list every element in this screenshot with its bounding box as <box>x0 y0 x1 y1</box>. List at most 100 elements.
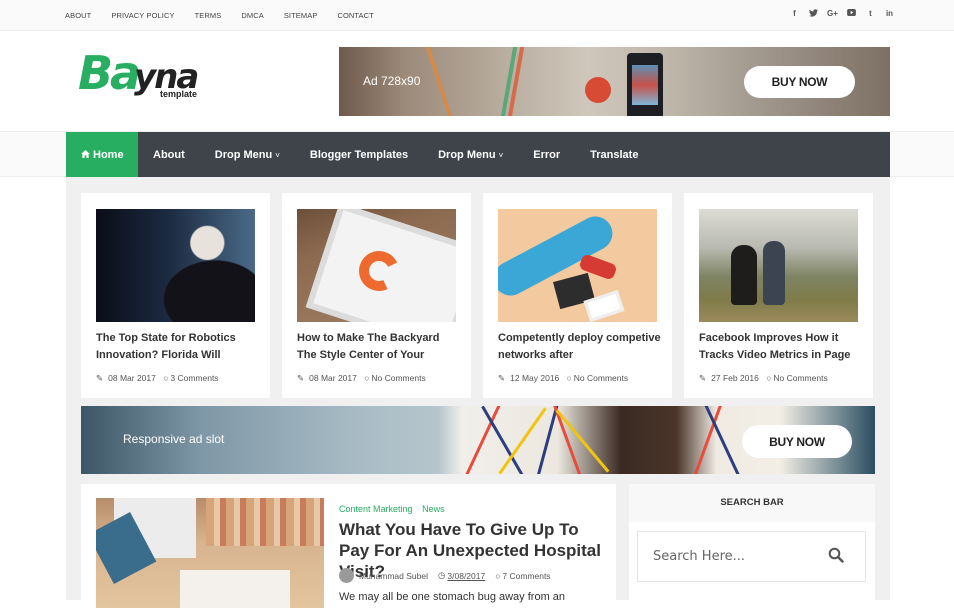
top-link-contact[interactable]: CONTACT <box>337 11 373 20</box>
nav-item-label: Translate <box>590 149 639 161</box>
post-comments[interactable]: 7 Comments <box>502 571 550 581</box>
search-widget: SEARCH BAR <box>629 484 875 600</box>
top-link-about[interactable]: ABOUT <box>65 11 91 20</box>
post-comments[interactable]: No Comments <box>574 373 628 383</box>
featured-post-thumbnail[interactable] <box>96 209 255 322</box>
comment-icon: ○ <box>566 373 572 383</box>
nav-item-label: Blogger Templates <box>309 149 409 161</box>
header-ad-banner[interactable]: Ad 728x90 BUY NOW <box>339 47 890 116</box>
responsive-ad-label: Responsive ad slot <box>123 432 225 446</box>
top-link-dmca[interactable]: DMCA <box>241 11 263 20</box>
nav-item-label: Home <box>93 149 124 161</box>
nav-item-translate[interactable]: Translate <box>575 132 653 178</box>
post-comments[interactable]: No Comments <box>773 373 827 383</box>
category-link[interactable]: News <box>422 504 445 514</box>
chevron-down-icon: ˅ <box>498 150 504 160</box>
responsive-ad-banner[interactable]: Responsive ad slot BUY NOW <box>81 406 875 474</box>
featured-post-card[interactable]: How to Make The Backyard The Style Cente… <box>282 193 471 398</box>
featured-post-card[interactable]: The Top State for Robotics Innovation? F… <box>81 193 270 398</box>
edit-icon: ✎ <box>297 373 305 383</box>
post-date: 08 Mar 2017 <box>309 373 357 383</box>
nav-item-error[interactable]: Error <box>518 132 575 178</box>
ad-image-logo <box>585 77 611 103</box>
featured-post-meta: ✎ 08 Mar 2017 ○ 3 Comments <box>96 373 224 384</box>
post-excerpt: We may all be one stomach bug away from … <box>339 591 566 603</box>
ad-image-stripe <box>552 406 583 474</box>
post-comments[interactable]: 3 Comments <box>170 373 218 383</box>
nav-item-home[interactable]: Home <box>66 132 138 178</box>
logo-primary: Ba <box>78 46 141 100</box>
thumb-magazine <box>180 570 290 608</box>
top-bar: ABOUT PRIVACY POLICY TERMS DMCA SITEMAP … <box>0 0 954 31</box>
youtube-icon[interactable] <box>842 9 861 19</box>
post-list-item[interactable]: Content Marketing News What You Have To … <box>81 484 616 608</box>
featured-post-meta: ✎ 27 Feb 2016 ○ No Comments <box>699 373 833 384</box>
google-plus-icon[interactable]: G+ <box>823 9 842 19</box>
tumblr-icon[interactable]: t <box>861 9 880 19</box>
featured-post-title[interactable]: The Top State for Robotics Innovation? F… <box>96 330 261 364</box>
facebook-icon[interactable]: f <box>785 9 804 19</box>
social-links: f G+ t in <box>785 9 899 19</box>
ad-image-phone <box>627 53 663 116</box>
featured-post-card[interactable]: Facebook Improves How it Tracks Video Me… <box>684 193 873 398</box>
chevron-down-icon: ˅ <box>275 150 280 160</box>
thumb-girl <box>731 245 757 305</box>
search-input[interactable] <box>638 532 823 581</box>
featured-post-card[interactable]: Competently deploy competive networks af… <box>483 193 672 398</box>
edit-icon: ✎ <box>699 373 707 383</box>
twitter-icon[interactable] <box>804 9 823 19</box>
top-link-sitemap[interactable]: SITEMAP <box>284 11 318 20</box>
nav-item-label: Drop Menu <box>214 149 273 161</box>
thumb-boy <box>763 241 785 305</box>
nav-item-drop-menu[interactable]: Drop Menu ˅ <box>200 132 295 178</box>
post-date: 08 Mar 2017 <box>108 373 156 383</box>
header-ad-buy-now-button[interactable]: BUY NOW <box>744 66 855 98</box>
comment-icon: ○ <box>163 373 169 383</box>
top-link-privacy-policy[interactable]: PRIVACY POLICY <box>111 11 174 20</box>
category-link[interactable]: Content Marketing <box>339 504 413 514</box>
comment-icon: ○ <box>364 373 370 383</box>
featured-post-meta: ✎ 12 May 2016 ○ No Comments <box>498 373 633 384</box>
ad-image-stripe <box>555 409 610 473</box>
comment-icon: ○ <box>495 570 501 581</box>
nav-item-label: Error <box>533 149 561 161</box>
header-ad-label: Ad 728x90 <box>363 74 421 88</box>
post-date[interactable]: 3/08/2017 <box>447 571 485 581</box>
nav-item-label: About <box>153 149 185 161</box>
featured-post-title[interactable]: Competently deploy competive networks af… <box>498 330 663 364</box>
logo-tagline: template <box>160 89 198 99</box>
search-box <box>637 531 866 582</box>
nav-item-about[interactable]: About <box>138 132 200 178</box>
featured-post-meta: ✎ 08 Mar 2017 ○ No Comments <box>297 373 431 384</box>
post-comments[interactable]: No Comments <box>371 373 425 383</box>
widget-title: SEARCH BAR <box>629 484 875 522</box>
edit-icon: ✎ <box>96 373 104 383</box>
ad-image-stripe <box>481 406 524 474</box>
post-categories: Content Marketing News <box>339 504 452 514</box>
clock-icon: ◷ <box>437 570 446 580</box>
ad-image-pencil <box>424 47 454 116</box>
site-logo[interactable]: Ba yna template <box>78 45 218 105</box>
nav-item-drop-menu-2[interactable]: Drop Menu ˅ <box>423 132 518 178</box>
featured-post-title[interactable]: Facebook Improves How it Tracks Video Me… <box>699 330 864 364</box>
responsive-ad-buy-now-button[interactable]: BUY NOW <box>742 425 852 458</box>
nav-wrapper: Home About Drop Menu ˅ Blogger Templates… <box>0 131 954 178</box>
search-icon[interactable] <box>828 547 846 565</box>
featured-post-thumbnail[interactable] <box>297 209 456 322</box>
thumb-books <box>206 498 324 546</box>
main-nav: Home About Drop Menu ˅ Blogger Templates… <box>66 132 890 178</box>
ad-image-stripe <box>704 406 741 474</box>
linkedin-icon[interactable]: in <box>880 9 899 19</box>
post-thumbnail[interactable] <box>96 498 324 608</box>
featured-post-title[interactable]: How to Make The Backyard The Style Cente… <box>297 330 462 364</box>
avatar <box>339 568 354 583</box>
featured-post-thumbnail[interactable] <box>498 209 657 322</box>
top-link-terms[interactable]: TERMS <box>195 11 222 20</box>
edit-icon: ✎ <box>498 373 506 383</box>
nav-item-blogger-templates[interactable]: Blogger Templates <box>295 132 423 178</box>
featured-post-thumbnail[interactable] <box>699 209 858 322</box>
post-author[interactable]: Muhammad Subel <box>359 571 428 581</box>
main-content: The Top State for Robotics Innovation? F… <box>66 177 890 608</box>
home-icon <box>81 149 90 161</box>
top-links: ABOUT PRIVACY POLICY TERMS DMCA SITEMAP … <box>65 11 394 20</box>
